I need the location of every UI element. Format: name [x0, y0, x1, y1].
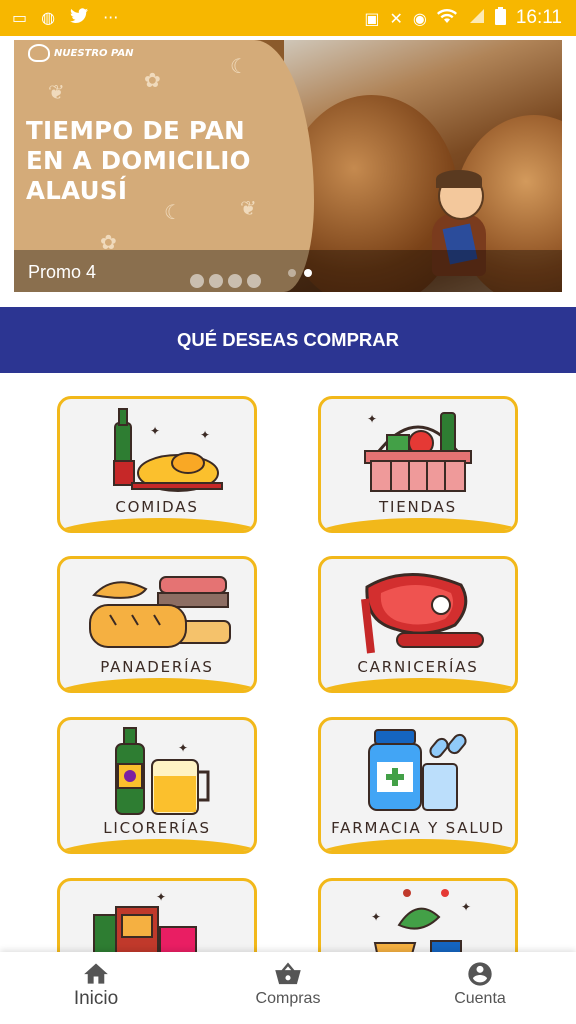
nav-label: Inicio [73, 988, 119, 1009]
category-card-licorerias[interactable]: ✦ LICORERÍAS [57, 717, 257, 854]
signal-icon [467, 8, 485, 28]
section-title: QUÉ DESEAS COMPRAR [176, 329, 400, 350]
food-icon: ✦ ✦ [113, 408, 223, 492]
nav-label: Compras [255, 990, 321, 1007]
category-label: CARNICERÍAS [357, 658, 479, 676]
wifi-icon [436, 8, 457, 28]
svg-text:✦: ✦ [200, 428, 210, 442]
more-icon: ··· [103, 8, 119, 27]
category-card-panaderias[interactable]: PANADERÍAS [57, 556, 257, 693]
nav-label: Cuenta [454, 990, 506, 1007]
wheat-icon: ✿ [144, 70, 161, 92]
home-icon [84, 963, 108, 984]
carousel-dot[interactable] [288, 269, 296, 277]
svg-text:✦: ✦ [178, 741, 188, 755]
svg-text:✦: ✦ [150, 424, 160, 438]
status-right-icons: ▣ ✕ ◉ 16:11 [364, 7, 562, 29]
svg-text:✦: ✦ [371, 910, 381, 924]
banner-caption: Promo 4 [28, 262, 97, 282]
category-label: FARMACIA Y SALUD [331, 819, 505, 837]
status-time: 16:11 [515, 7, 562, 28]
section-header: QUÉ DESEAS COMPRAR [0, 307, 576, 373]
wheat-icon: ❦ [48, 82, 65, 104]
promo-banner[interactable]: NUESTRO PAN ❦ ✿ ☾ ☾ ❦ ✿ TIEMPO DE PAN EN… [14, 40, 562, 292]
svg-text:✦: ✦ [367, 412, 377, 426]
status-bar: ▭ ◍ ··· ▣ ✕ ◉ 16:11 [0, 0, 576, 36]
carousel-dot-active[interactable] [304, 269, 312, 277]
facebook-icon [209, 274, 223, 288]
category-card-comidas[interactable]: ✦ ✦ COMIDAS [57, 396, 257, 533]
nav-inicio[interactable]: Inicio [36, 952, 156, 1024]
social-icons [190, 274, 261, 288]
account-icon [468, 962, 492, 986]
twitter-icon [69, 8, 89, 28]
messenger-icon [247, 274, 261, 288]
category-label: TIENDAS [379, 498, 457, 516]
category-card-tiendas[interactable]: ✦ TIENDAS [318, 396, 518, 533]
category-label: PANADERÍAS [100, 658, 214, 676]
basket-icon [275, 962, 301, 985]
bread-icon [89, 576, 231, 648]
pharmacy-icon [368, 729, 467, 811]
globe-icon: ◍ [41, 8, 56, 27]
bottom-navigation: Inicio Compras Cuenta [0, 952, 576, 1024]
battery-icon [494, 7, 506, 29]
grocery-basket-icon: ✦ [364, 412, 472, 492]
instagram-icon [190, 274, 204, 288]
nav-compras[interactable]: Compras [228, 952, 348, 1024]
lock-icon: ▣ [364, 8, 380, 28]
banner-logo: NUESTRO PAN [28, 44, 134, 62]
mute-icon: ✕ [389, 8, 403, 28]
category-label: LICORERÍAS [103, 819, 211, 837]
status-left-icons: ▭ ◍ ··· [12, 8, 118, 28]
svg-text:✦: ✦ [461, 900, 471, 914]
meat-icon [361, 573, 484, 654]
croissant-icon: ☾ [230, 56, 248, 78]
carousel-dots [288, 269, 312, 277]
alarm-icon: ◉ [412, 8, 427, 28]
category-label: COMIDAS [115, 498, 199, 516]
category-card-carnicerias[interactable]: CARNICERÍAS [318, 556, 518, 693]
laptop-icon: ▭ [12, 8, 28, 27]
category-card-farmacia[interactable]: FARMACIA Y SALUD [318, 717, 518, 854]
svg-text:✦: ✦ [156, 890, 166, 904]
whatsapp-icon [228, 274, 242, 288]
bread-logo-icon [28, 44, 50, 62]
logo-text: NUESTRO PAN [54, 48, 134, 59]
banner-title: TIEMPO DE PAN EN A DOMICILIO ALAUSÍ [26, 116, 251, 205]
liquor-icon: ✦ [115, 727, 210, 815]
nav-cuenta[interactable]: Cuenta [420, 952, 540, 1024]
